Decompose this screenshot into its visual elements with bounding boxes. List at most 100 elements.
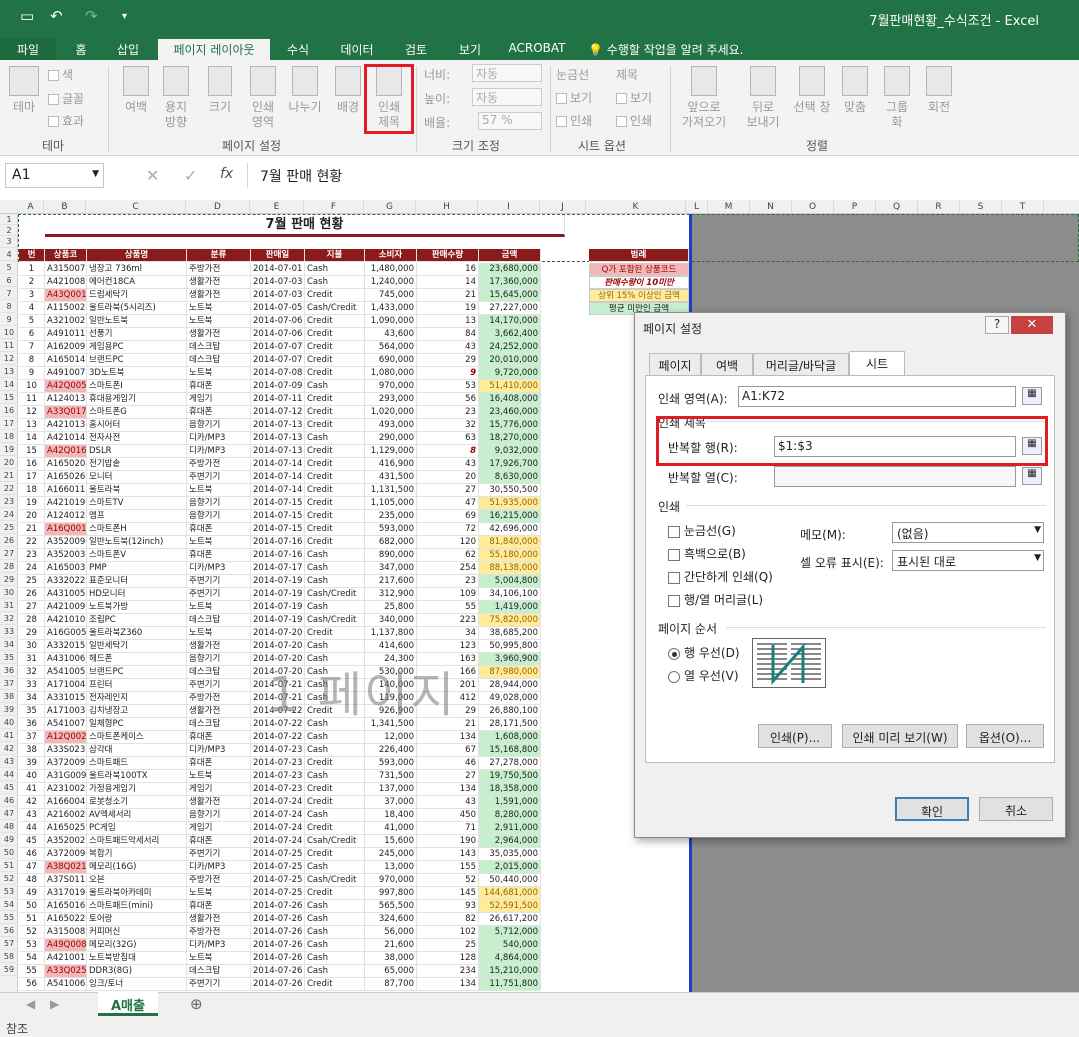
table-cell[interactable]: 16,215,000 — [479, 510, 541, 523]
print-area-input[interactable]: A1:K72 — [738, 386, 1016, 407]
fonts-button[interactable]: 글꼴 — [48, 90, 84, 107]
table-cell[interactable]: 324,600 — [365, 913, 417, 926]
column-header[interactable]: K — [586, 200, 686, 214]
table-cell[interactable]: 34 — [19, 692, 45, 705]
themes-button[interactable]: 테마 — [6, 66, 42, 115]
row-header[interactable]: 22 — [0, 482, 18, 495]
table-cell[interactable]: 2014-07-14 — [251, 484, 305, 497]
table-cell[interactable]: 1,480,000 — [365, 263, 417, 276]
row-header[interactable]: 35 — [0, 651, 18, 664]
table-cell[interactable]: 62 — [417, 549, 479, 562]
row-header[interactable]: 47 — [0, 807, 18, 820]
table-cell[interactable]: 731,500 — [365, 770, 417, 783]
table-cell[interactable]: 2014-07-05 — [251, 302, 305, 315]
table-cell[interactable]: A491007 — [45, 367, 87, 380]
table-cell[interactable]: 690,000 — [365, 354, 417, 367]
table-cell[interactable]: 음향기기 — [187, 419, 251, 432]
table-cell[interactable]: 34,106,100 — [479, 588, 541, 601]
column-header[interactable]: O — [792, 200, 834, 214]
table-cell[interactable]: 모니터 — [87, 471, 187, 484]
table-cell[interactable]: 디카/MP3 — [187, 432, 251, 445]
table-cell[interactable]: 71 — [417, 822, 479, 835]
row-header[interactable]: 52 — [0, 872, 18, 885]
help-button[interactable]: ? — [985, 316, 1009, 334]
table-cell[interactable]: Cash — [305, 263, 365, 276]
table-cell[interactable]: 2014-07-16 — [251, 536, 305, 549]
send-backward-button[interactable]: 뒤로 보내기 — [738, 66, 788, 130]
table-cell[interactable]: 2014-07-23 — [251, 757, 305, 770]
table-cell[interactable]: 27 — [19, 601, 45, 614]
table-cell[interactable]: 26,617,200 — [479, 913, 541, 926]
tab-review[interactable]: 검토 — [396, 39, 436, 60]
column-header-cell[interactable]: 판매일 — [251, 249, 305, 262]
row-header[interactable]: 51 — [0, 859, 18, 872]
table-cell[interactable]: A352002 — [45, 835, 87, 848]
row-header[interactable]: 17 — [0, 417, 18, 430]
table-cell[interactable]: 프린터 — [87, 679, 187, 692]
table-cell[interactable]: 2014-07-06 — [251, 328, 305, 341]
table-cell[interactable]: 1,080,000 — [365, 367, 417, 380]
table-cell[interactable]: 데스크탑 — [187, 965, 251, 978]
table-cell[interactable]: 노트북 — [187, 952, 251, 965]
table-cell[interactable]: 48 — [19, 874, 45, 887]
table-cell[interactable]: 52 — [19, 926, 45, 939]
table-cell[interactable]: 37 — [19, 731, 45, 744]
table-cell[interactable]: 음향기기 — [187, 653, 251, 666]
table-cell[interactable]: 56 — [417, 393, 479, 406]
table-cell[interactable]: Credit — [305, 315, 365, 328]
table-cell[interactable]: 35,035,000 — [479, 848, 541, 861]
table-cell[interactable]: 47 — [19, 861, 45, 874]
table-cell[interactable]: A38Q021 — [45, 861, 87, 874]
undo-icon[interactable]: ↶ — [50, 7, 63, 25]
table-cell[interactable]: 24,252,000 — [479, 341, 541, 354]
row-header[interactable]: 54 — [0, 898, 18, 911]
column-header[interactable]: H — [416, 200, 478, 214]
table-cell[interactable]: 450 — [417, 809, 479, 822]
group-objects-button[interactable]: 그룹 화 — [880, 66, 914, 130]
table-cell[interactable]: 음향기기 — [187, 497, 251, 510]
table-cell[interactable]: A165025 — [45, 822, 87, 835]
table-cell[interactable]: 노트북 — [187, 536, 251, 549]
table-cell[interactable]: Credit — [305, 406, 365, 419]
table-cell[interactable]: 12,000 — [365, 731, 417, 744]
table-cell[interactable]: A317019 — [45, 887, 87, 900]
table-cell[interactable]: 53 — [417, 380, 479, 393]
row-header[interactable]: 26 — [0, 534, 18, 547]
table-cell[interactable]: 143 — [417, 848, 479, 861]
table-cell[interactable]: Credit — [305, 497, 365, 510]
table-cell[interactable]: A166011 — [45, 484, 87, 497]
table-cell[interactable]: 휴대폰 — [187, 523, 251, 536]
table-cell[interactable]: 4,864,000 — [479, 952, 541, 965]
table-cell[interactable]: 42,696,000 — [479, 523, 541, 536]
table-cell[interactable]: A541006 — [45, 978, 87, 991]
row-header[interactable]: 43 — [0, 755, 18, 768]
table-cell[interactable]: 51,410,000 — [479, 380, 541, 393]
column-header[interactable]: M — [708, 200, 750, 214]
table-cell[interactable]: 노트북 — [187, 601, 251, 614]
row-header[interactable]: 5 — [0, 261, 18, 274]
table-cell[interactable]: A124013 — [45, 393, 87, 406]
table-cell[interactable]: 18,400 — [365, 809, 417, 822]
table-cell[interactable]: A231002 — [45, 783, 87, 796]
table-cell[interactable]: 조립PC — [87, 614, 187, 627]
table-cell[interactable]: 브랜드PC — [87, 666, 187, 679]
table-cell[interactable]: 생활가전 — [187, 640, 251, 653]
table-cell[interactable]: 표준모니터 — [87, 575, 187, 588]
table-cell[interactable]: 노트북 — [187, 302, 251, 315]
table-cell[interactable]: 38,685,200 — [479, 627, 541, 640]
table-cell[interactable]: 게임기 — [187, 393, 251, 406]
table-cell[interactable]: 노트북 — [187, 887, 251, 900]
headings-view-checkbox[interactable]: 보기 — [616, 89, 652, 106]
table-cell[interactable]: 주방가전 — [187, 692, 251, 705]
table-cell[interactable]: A165022 — [45, 913, 87, 926]
table-cell[interactable]: 293,000 — [365, 393, 417, 406]
column-header[interactable]: P — [834, 200, 876, 214]
table-cell[interactable]: 88,138,000 — [479, 562, 541, 575]
table-cell[interactable]: 울트라북아카데미 — [87, 887, 187, 900]
table-cell[interactable]: A16G005 — [45, 627, 87, 640]
column-header[interactable]: C — [86, 200, 186, 214]
table-cell[interactable]: 1,105,000 — [365, 497, 417, 510]
table-cell[interactable]: 5,712,000 — [479, 926, 541, 939]
formula-input[interactable]: 7월 판매 현황 — [247, 163, 1079, 188]
table-cell[interactable]: 69 — [417, 510, 479, 523]
